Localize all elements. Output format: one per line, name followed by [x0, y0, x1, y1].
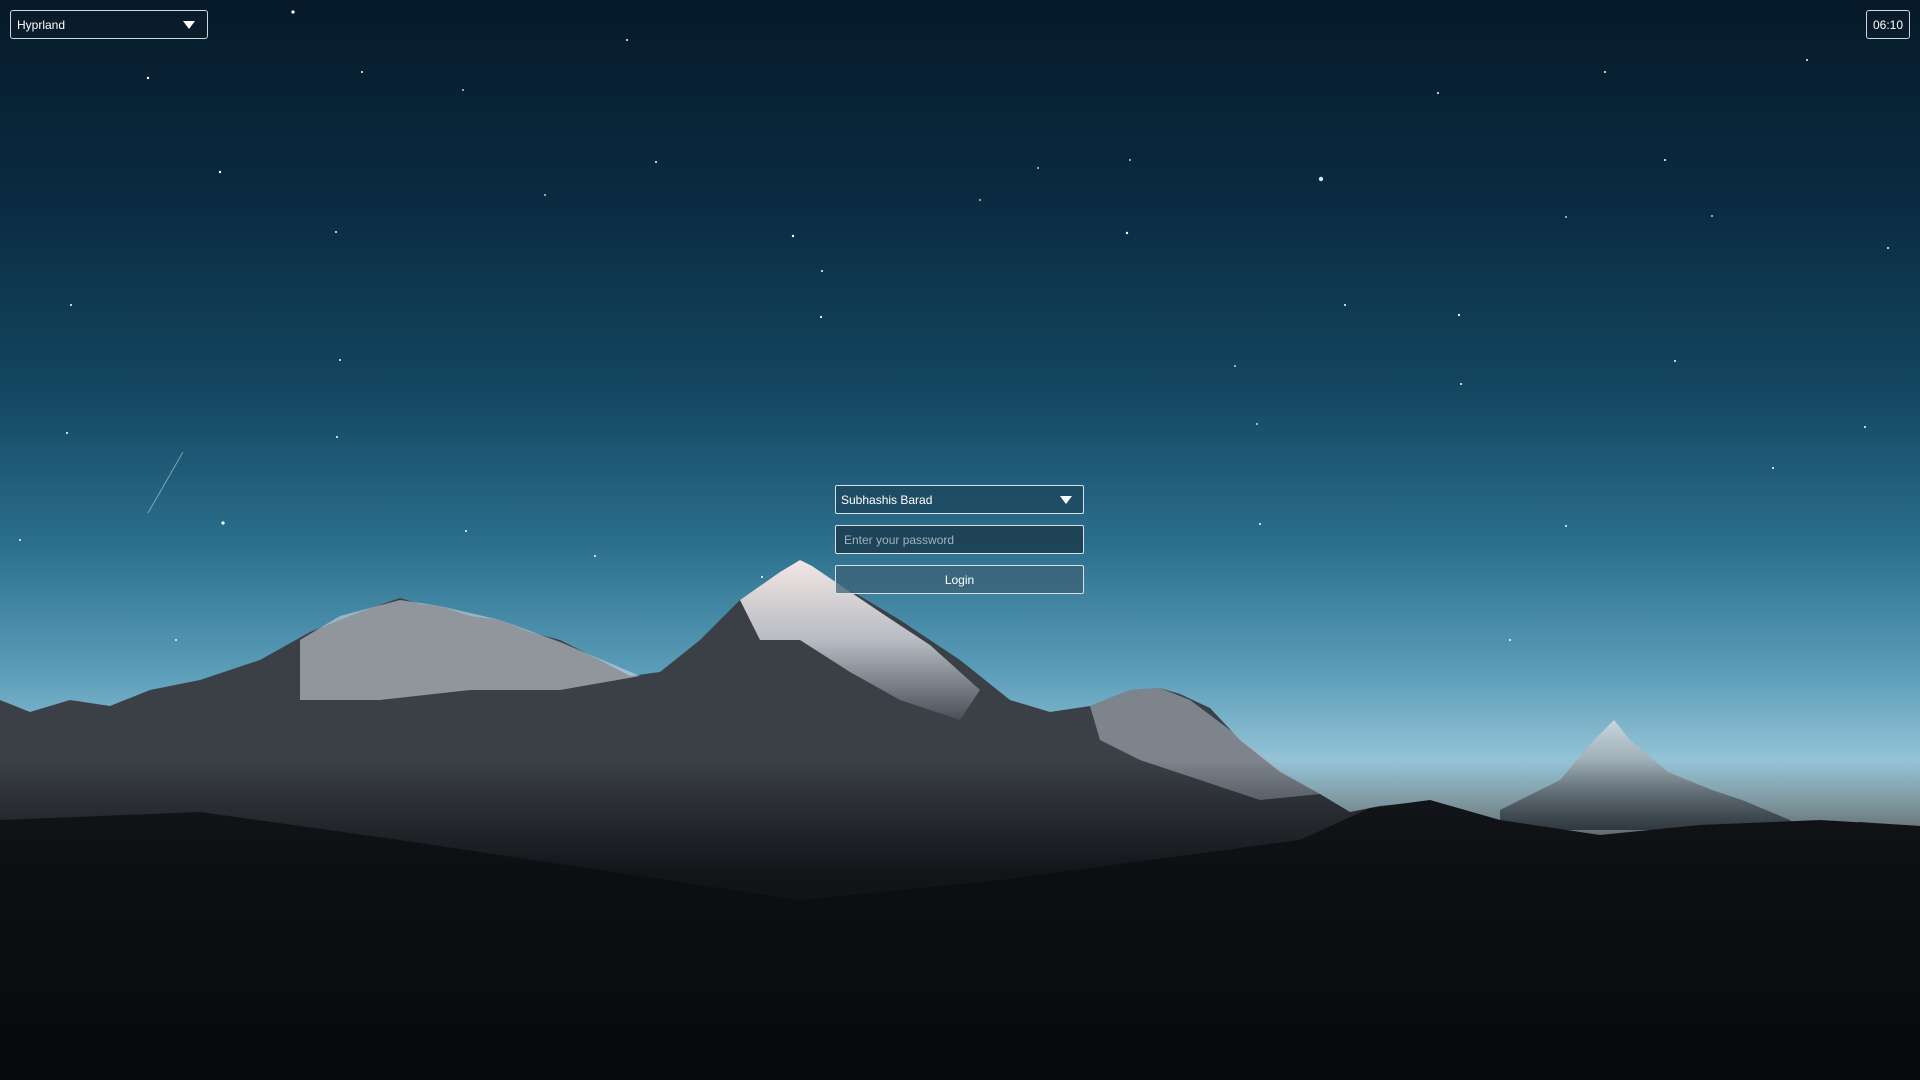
- login-button[interactable]: Login: [835, 565, 1084, 594]
- session-dropdown[interactable]: Hyprland: [10, 10, 208, 39]
- password-input[interactable]: [835, 525, 1084, 554]
- chevron-down-icon: [1060, 495, 1072, 504]
- user-label: Subhashis Barad: [841, 492, 933, 507]
- session-label: Hyprland: [17, 17, 66, 32]
- shooting-star: [147, 451, 184, 514]
- chevron-down-icon: [183, 20, 195, 29]
- clock: 06:10: [1865, 10, 1910, 39]
- user-dropdown[interactable]: Subhashis Barad: [835, 485, 1084, 514]
- login-form: Subhashis Barad Login: [835, 485, 1084, 594]
